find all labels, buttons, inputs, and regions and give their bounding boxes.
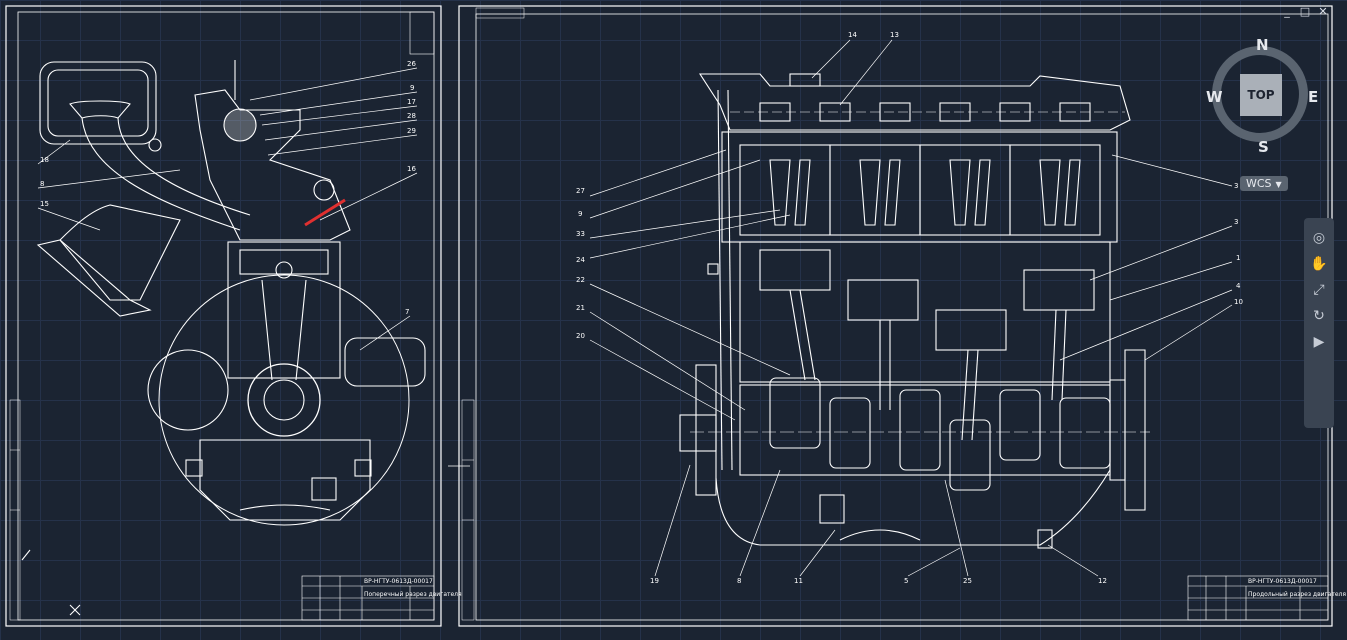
title-block-name: Поперечный разрез двигателя <box>364 591 462 598</box>
drawing-canvas[interactable]: 26 9 17 28 29 16 18 8 15 7 ВР-НГТУ-0613Д… <box>0 0 1347 640</box>
callout-label: 5 <box>904 577 908 585</box>
showmotion-icon[interactable]: ▶ <box>1308 334 1330 350</box>
spark-plug-highlight <box>304 198 346 227</box>
title-block-name: Продольный разрез двигателя <box>1248 591 1346 598</box>
callout-label: 9 <box>410 84 414 92</box>
orbit-icon[interactable]: ↻ <box>1308 308 1330 324</box>
callout-label: 28 <box>407 112 416 120</box>
callout-label: 26 <box>407 60 416 68</box>
steering-wheel-icon[interactable]: ◎ <box>1308 230 1330 246</box>
callout-label: 29 <box>407 127 416 135</box>
callout-label: 17 <box>407 98 416 106</box>
callout-label: 10 <box>1234 298 1243 306</box>
callout-label: 3 <box>1234 218 1238 226</box>
compass-east[interactable]: E <box>1308 88 1318 106</box>
callout-label: 15 <box>40 200 49 208</box>
callout-label: 7 <box>405 308 409 316</box>
callout-label: 27 <box>576 187 585 195</box>
callout-label: 1 <box>1236 254 1240 262</box>
title-block-code: ВР-НГТУ-0613Д-00017 <box>1248 578 1317 585</box>
callout-label: 24 <box>576 256 585 264</box>
title-block-code: ВР-НГТУ-0613Д-00017 <box>364 578 433 585</box>
callout-label: 18 <box>40 156 49 164</box>
callout-label: 20 <box>576 332 585 340</box>
longitudinal-section-drawing <box>679 73 1150 549</box>
left-sheet <box>5 5 442 627</box>
callout-label: 33 <box>576 230 585 238</box>
callout-label: 22 <box>576 276 585 284</box>
callout-label: 19 <box>650 577 659 585</box>
pan-icon[interactable]: ✋ <box>1308 256 1330 272</box>
wcs-menu[interactable]: WCS ▼ <box>1240 176 1288 191</box>
viewport-controls: _ □ ✕ <box>1281 6 1329 18</box>
right-callout-leaders <box>589 39 1233 577</box>
maximize-button[interactable]: □ <box>1299 6 1311 18</box>
viewcube-top-face[interactable]: TOP <box>1240 74 1282 116</box>
cross-section-drawing <box>21 60 426 616</box>
chevron-down-icon: ▼ <box>1275 180 1282 189</box>
callout-label: 8 <box>40 180 44 188</box>
callout-label: 9 <box>578 210 582 218</box>
zoom-extents-icon[interactable]: ⤢ <box>1308 282 1330 298</box>
callout-label: 11 <box>794 577 803 585</box>
callout-label: 14 <box>848 31 857 39</box>
callout-label: 16 <box>407 165 416 173</box>
callout-label: 13 <box>890 31 899 39</box>
callout-label: 8 <box>737 577 741 585</box>
compass-west[interactable]: W <box>1206 88 1223 106</box>
callout-label: 4 <box>1236 282 1241 290</box>
navigation-bar: ◎ ✋ ⤢ ↻ ▶ <box>1304 218 1334 428</box>
close-button[interactable]: ✕ <box>1317 6 1329 18</box>
compass-north[interactable]: N <box>1256 36 1269 54</box>
minimize-button[interactable]: _ <box>1281 6 1293 18</box>
callout-label: 12 <box>1098 577 1107 585</box>
right-sheet <box>458 5 1333 627</box>
wcs-label: WCS <box>1246 177 1272 190</box>
callout-label: 3 <box>1234 182 1238 190</box>
callout-label: 25 <box>963 577 972 585</box>
compass-south[interactable]: S <box>1258 138 1269 156</box>
callout-label: 21 <box>576 304 585 312</box>
viewcube[interactable]: TOP N S E W <box>1206 34 1320 156</box>
